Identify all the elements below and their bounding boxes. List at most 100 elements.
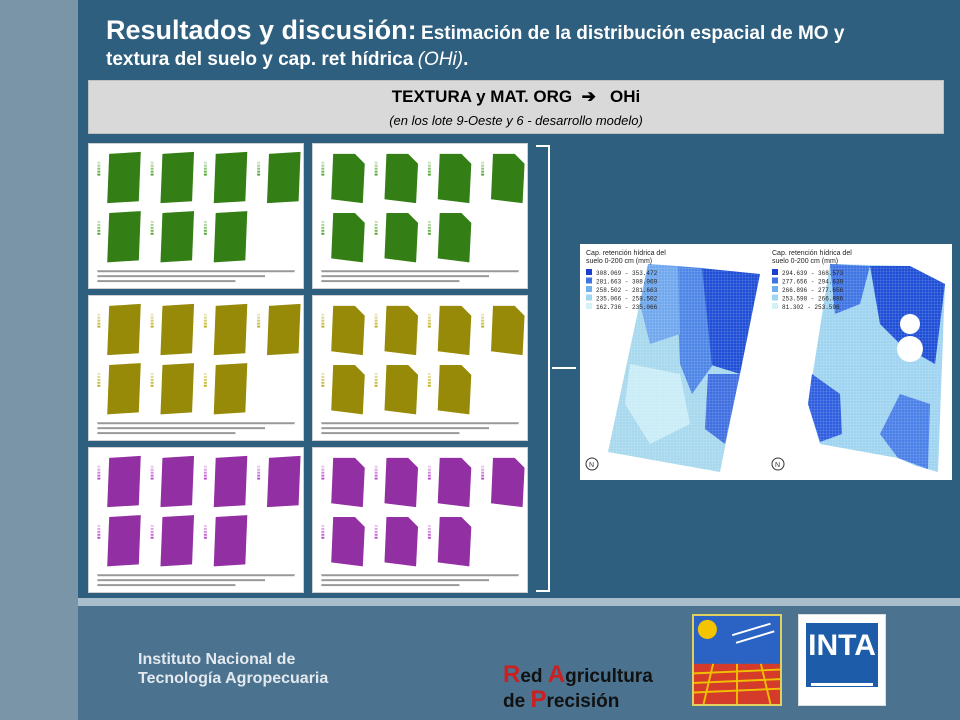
field-thumbnail [481,149,525,204]
legend-swatch [586,286,592,292]
result-map-panel: Cap. retención hídrica del suelo 0-200 c… [580,244,952,480]
field-thumbnail [374,301,419,356]
field-thumbnail [374,453,419,508]
field-thumbnail [150,361,195,415]
map-figure [97,149,301,283]
map-figure [97,301,301,435]
map-figure [321,453,525,587]
field-thumbnail [203,301,248,356]
legend-swatch [772,269,778,275]
field-thumbnail [427,149,472,204]
legend-swatch [772,294,778,301]
field-thumbnail [374,361,419,415]
legend-label: 277.656 - 294.639 [782,279,844,286]
left-legend-title: Cap. retención hídrica del [586,250,666,257]
field-thumbnail [481,301,525,356]
field-thumbnail [374,209,419,263]
legend-label: 308.069 - 353.472 [596,270,658,277]
panel-purple-left [88,447,304,593]
legend-swatch [586,269,592,275]
map-figure [97,453,301,587]
legend-label: 162.736 - 235.066 [596,304,658,311]
bracket-connector [552,367,576,369]
panel-purple-right [312,447,528,593]
svg-text:N: N [589,462,594,469]
field-thumbnail [321,209,365,263]
map-figure [321,149,525,283]
right-legend: Cap. retención hídrica del suelo 0-200 c… [772,250,852,311]
field-thumbnail [427,361,472,415]
field-thumbnail [97,301,141,356]
left-sidebar-strip [0,0,78,720]
legend-swatch [586,277,592,284]
field-thumbnail [97,209,141,263]
field-thumbnail [150,209,195,263]
svg-text:suelo 0-200 cm (mm): suelo 0-200 cm (mm) [586,258,652,265]
legend-label: 253.598 - 266.896 [782,296,844,303]
field-thumbnail [97,513,141,567]
svg-text:N: N [775,462,780,469]
field-thumbnail [374,513,419,567]
legend-label: 294.639 - 368.573 [782,270,844,277]
result-maps: Cap. retención hídrica del suelo 0-200 c… [585,250,945,472]
north-arrow-icon: N [771,457,785,471]
field-thumbnail [427,301,472,356]
legend-swatch [772,286,778,292]
legend-label: 281.663 - 308.069 [596,279,658,286]
footer-band [78,598,960,606]
legend-swatch [586,294,592,301]
title-main: Resultados y discusión: [106,15,417,45]
field-thumbnail [97,453,141,508]
legend-swatch [586,303,592,309]
map-figure [321,301,525,435]
section-banner: TEXTURA y MAT. ORG ➔ OHi (en los lote 9-… [88,80,944,134]
banner-subtitle: (en los lote 9-Oeste y 6 - desarrollo mo… [389,113,643,128]
title-sub-line2: textura del suelo y cap. ret hídrica [106,48,414,70]
panel-green-right [312,143,528,289]
title-sub-line1: Estimación de la distribución espacial d… [421,23,845,44]
legend-label: 258.502 - 281.663 [596,287,658,294]
north-arrow-icon: N [585,457,599,471]
field-thumbnail [321,301,365,356]
field-thumbnail [321,513,365,567]
right-legend-title: Cap. retención hídrica del [772,250,852,257]
red-agricultura-logo-text: Red Agricultura de Precisión [503,661,653,714]
field-thumbnail [481,453,525,508]
legend-label: 81.302 - 253.598 [782,304,840,311]
field-thumbnail [203,513,248,567]
legend-label: 266.896 - 277.656 [782,287,844,294]
legend-label: 235.066 - 258.502 [596,296,658,303]
field-thumbnail [374,149,419,204]
field-thumbnail [427,209,472,263]
banner-heading: TEXTURA y MAT. ORG ➔ OHi [391,87,641,106]
field-thumbnail [150,513,195,567]
red-agricultura-logo-icon [692,614,782,706]
field-thumbnail [427,513,472,567]
field-thumbnail [257,149,301,204]
svg-text:suelo 0-200 cm (mm): suelo 0-200 cm (mm) [772,258,838,265]
field-thumbnail [321,361,365,415]
field-thumbnail [321,149,365,204]
field-thumbnail [97,149,141,204]
inta-logo-icon: INTA [798,614,886,706]
panel-yellow-right [312,295,528,441]
grouping-bracket [536,145,550,592]
field-thumbnail [427,453,472,508]
field-thumbnail [257,453,301,508]
left-legend: Cap. retención hídrica del suelo 0-200 c… [586,250,666,311]
field-thumbnail [203,361,248,415]
arrow-icon: ➔ [581,87,596,106]
field-thumbnail [203,209,248,263]
slide-title: Resultados y discusión: Estimación de la… [106,15,845,70]
inta-logo-text: INTA [806,623,878,687]
legend-swatch [772,277,778,284]
field-thumbnail [97,361,141,415]
field-thumbnail [203,149,248,204]
field-thumbnail [257,301,301,356]
institution-name: Instituto Nacional de Tecnología Agropec… [138,651,329,688]
field-thumbnail [150,453,195,508]
field-thumbnail [150,149,195,204]
panel-green-left [88,143,304,289]
title-sub-italic: (OHi) [417,48,464,70]
field-thumbnail [203,453,248,508]
